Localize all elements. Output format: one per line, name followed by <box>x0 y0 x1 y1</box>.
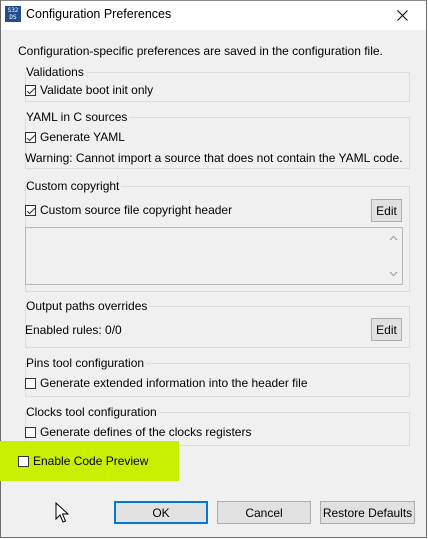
scroll-up-icon[interactable] <box>385 232 402 244</box>
checkbox-label: Custom source file copyright header <box>40 203 233 217</box>
checkbox-box[interactable] <box>25 84 36 96</box>
window-title: Configuration Preferences <box>26 7 172 21</box>
generate-clock-defines-checkbox[interactable]: Generate defines of the clocks registers <box>25 425 251 439</box>
scroll-down-icon[interactable] <box>385 268 402 280</box>
output-paths-group-label: Output paths overrides <box>26 299 150 313</box>
enabled-rules-text: Enabled rules: 0/0 <box>25 323 122 337</box>
validate-boot-init-checkbox[interactable]: Validate boot init only <box>25 83 153 97</box>
yaml-warning-text: Warning: Cannot import a source that doe… <box>25 151 403 165</box>
checkbox-label: Generate extended information into the h… <box>40 376 308 390</box>
close-button[interactable] <box>380 1 426 30</box>
checkbox-box[interactable] <box>25 131 36 143</box>
generate-yaml-checkbox[interactable]: Generate YAML <box>25 130 125 144</box>
custom-copyright-group-label: Custom copyright <box>26 179 122 193</box>
enable-code-preview-checkbox[interactable]: Enable Code Preview <box>18 454 148 468</box>
checkbox-box[interactable] <box>25 426 36 438</box>
copyright-header-textarea[interactable] <box>25 227 403 285</box>
checkbox-label: Validate boot init only <box>40 83 154 97</box>
clocks-tool-group-label: Clocks tool configuration <box>26 405 159 419</box>
checkbox-box[interactable] <box>25 377 36 389</box>
title-bar[interactable]: S32 DS Configuration Preferences <box>1 1 426 30</box>
yaml-group-label: YAML in C sources <box>26 110 130 124</box>
generate-extended-info-checkbox[interactable]: Generate extended information into the h… <box>25 376 308 390</box>
intro-text: Configuration-specific preferences are s… <box>18 44 383 58</box>
ok-button[interactable]: OK <box>114 501 208 524</box>
textarea-scrollbar[interactable] <box>385 228 402 284</box>
restore-defaults-button[interactable]: Restore Defaults <box>320 501 415 524</box>
checkbox-label: Generate YAML <box>40 130 125 144</box>
checkbox-box[interactable] <box>18 455 29 467</box>
cancel-button[interactable]: Cancel <box>217 501 311 524</box>
close-icon <box>397 10 408 21</box>
checkbox-label: Generate defines of the clocks registers <box>40 425 252 439</box>
custom-copyright-checkbox[interactable]: Custom source file copyright header <box>25 203 232 217</box>
s32ds-app-icon: S32 DS <box>5 6 21 22</box>
output-paths-edit-button[interactable]: Edit <box>371 318 402 341</box>
checkbox-label: Enable Code Preview <box>33 454 149 468</box>
checkbox-box[interactable] <box>25 204 36 216</box>
copyright-edit-button[interactable]: Edit <box>371 199 402 222</box>
pins-tool-group-label: Pins tool configuration <box>26 356 147 370</box>
validations-group-label: Validations <box>26 65 86 79</box>
mouse-cursor-icon <box>55 502 69 523</box>
